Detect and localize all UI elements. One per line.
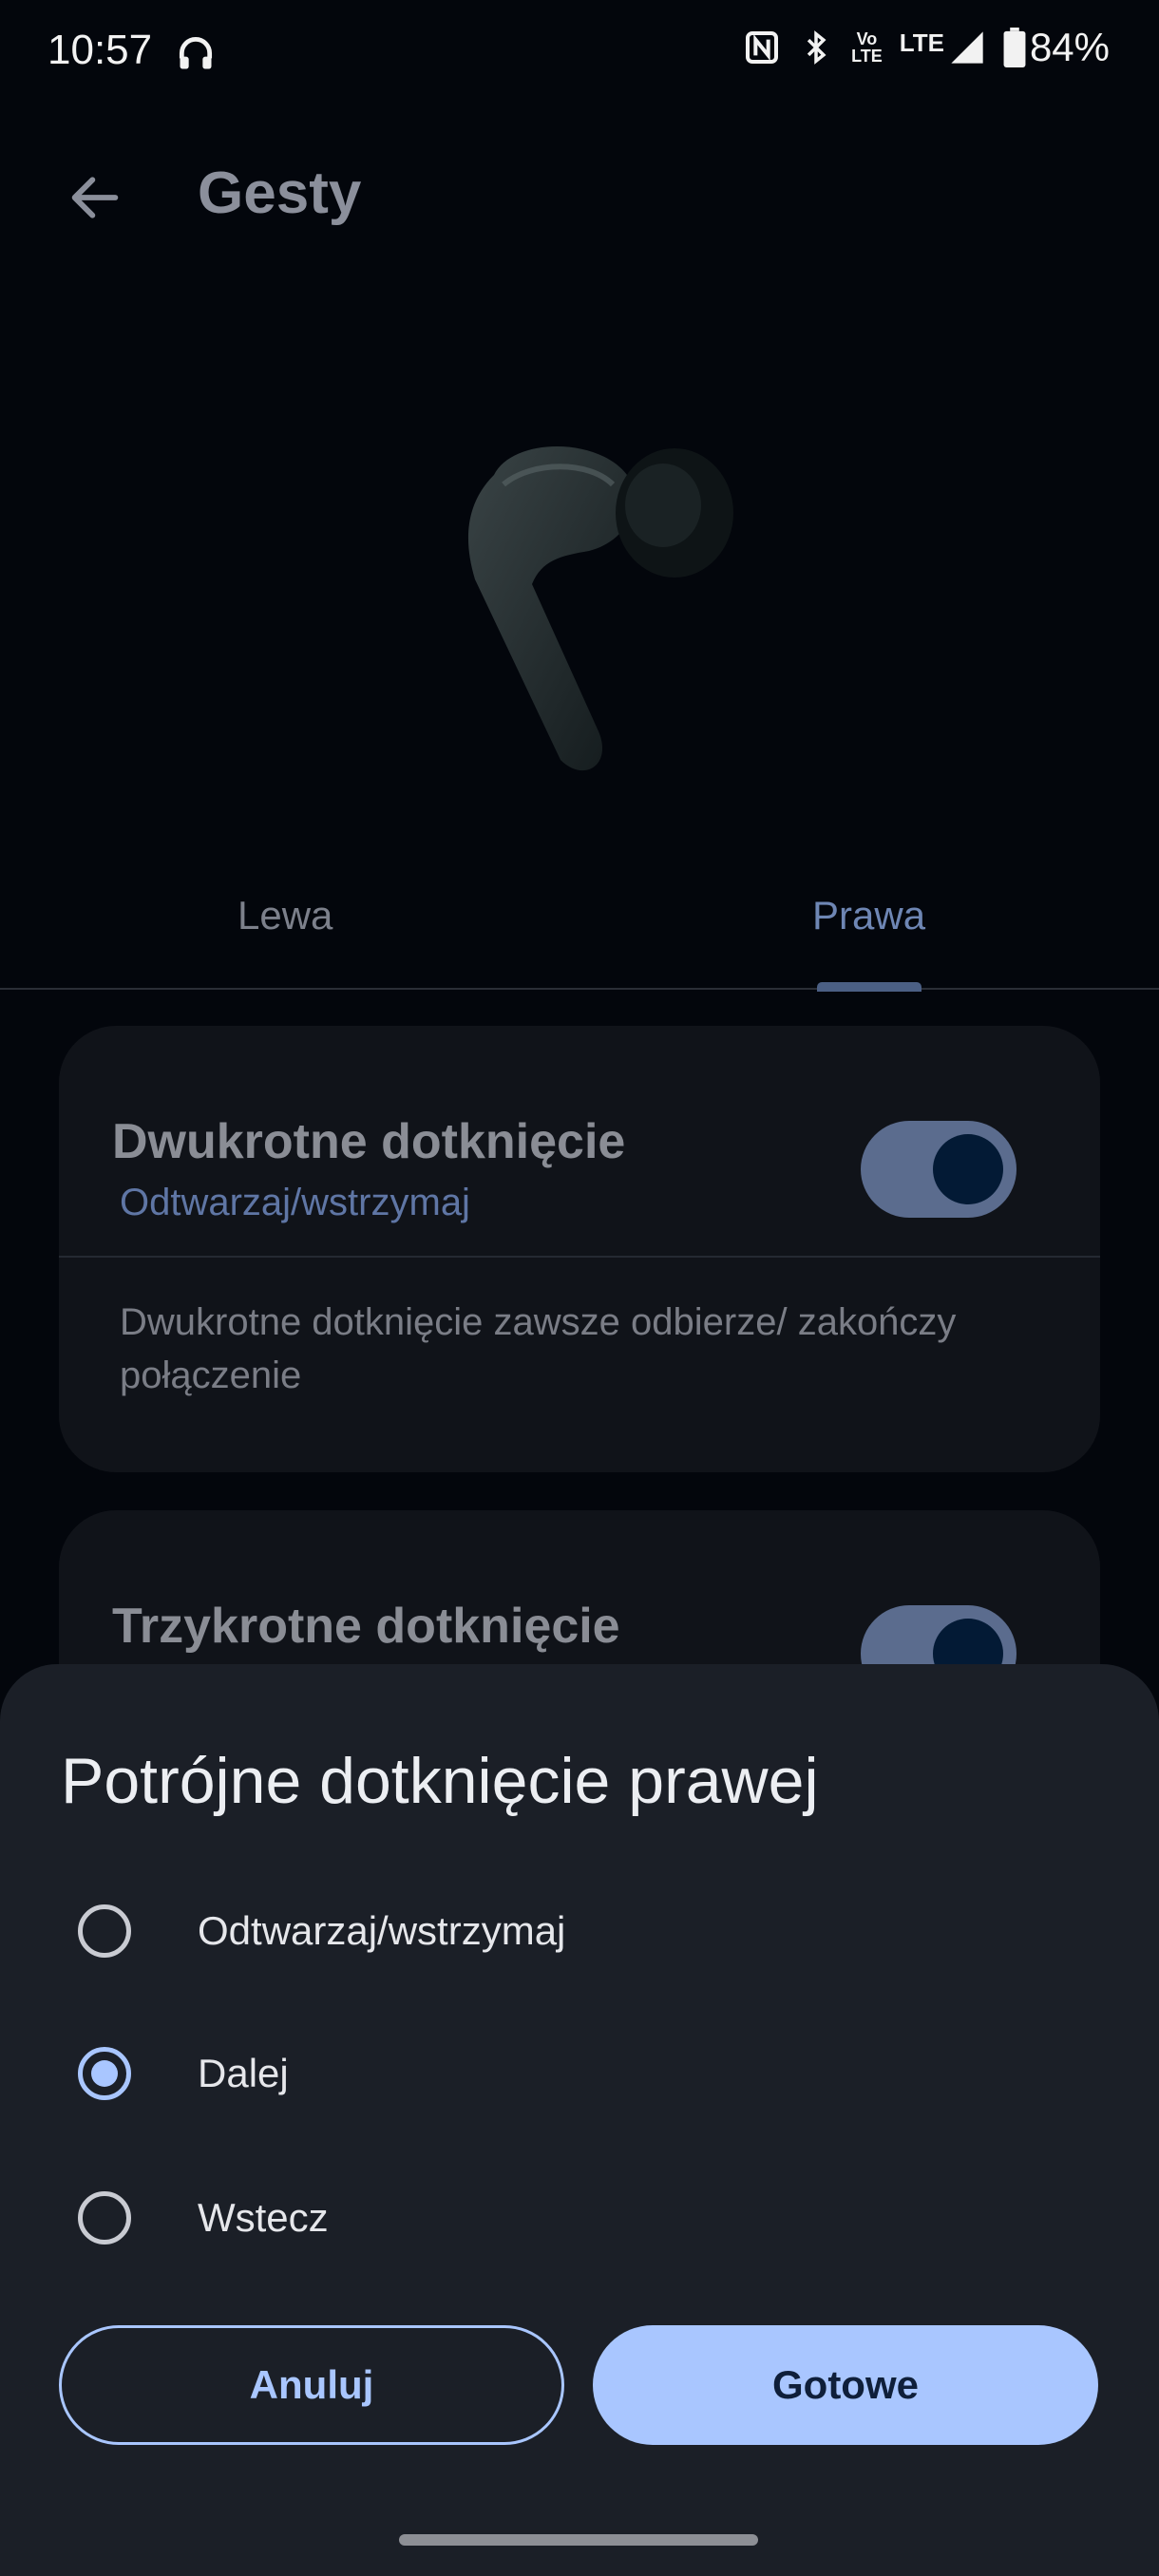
option-previous[interactable]: Wstecz (61, 2156, 1106, 2280)
lte-label: LTE (899, 28, 944, 57)
tab-left[interactable]: Lewa (238, 893, 332, 938)
option-label: Dalej (198, 2051, 289, 2095)
headphones-icon (175, 32, 217, 79)
earbud-image (437, 418, 741, 798)
card-divider (59, 1256, 1100, 1258)
home-indicator[interactable] (399, 2534, 758, 2546)
double-tap-title: Dwukrotne dotknięcie (112, 1114, 626, 1169)
toggle-knob (933, 1134, 1003, 1204)
radio-button-selected[interactable] (78, 2047, 131, 2100)
done-button[interactable]: Gotowe (593, 2325, 1098, 2445)
radio-button[interactable] (78, 2191, 131, 2245)
sheet-title: Potrójne dotknięcie prawej (61, 1745, 819, 1817)
volte-icon: Vo LTE (851, 29, 883, 66)
double-tap-description: Dwukrotne dotknięcie zawsze odbierze/ za… (120, 1301, 957, 1396)
status-icons: Vo LTE LTE 84% (743, 25, 1110, 70)
option-play-pause[interactable]: Odtwarzaj/wstrzymaj (61, 1869, 1106, 1993)
tab-indicator (817, 982, 922, 992)
signal-icon (948, 28, 986, 66)
double-tap-toggle[interactable] (861, 1121, 1016, 1218)
option-next[interactable]: Dalej (61, 2012, 1106, 2135)
cancel-button[interactable]: Anuluj (59, 2325, 564, 2445)
battery-percent: 84% (1029, 25, 1110, 69)
double-tap-card (59, 1026, 1100, 1472)
option-label: Wstecz (198, 2195, 329, 2240)
tab-divider (0, 988, 1159, 990)
tab-right[interactable]: Prawa (812, 893, 925, 938)
battery-icon (1003, 28, 1026, 67)
triple-tap-title: Trzykrotne dotknięcie (112, 1599, 620, 1654)
bluetooth-icon (798, 28, 834, 66)
page-title: Gesty (198, 161, 362, 226)
radio-button[interactable] (78, 1904, 131, 1958)
double-tap-action[interactable]: Odtwarzaj/wstrzymaj (120, 1182, 470, 1224)
nfc-icon (743, 28, 781, 66)
arrow-left-icon (71, 177, 119, 218)
back-button[interactable] (57, 160, 133, 236)
status-time: 10:57 (48, 27, 153, 73)
option-label: Odtwarzaj/wstrzymaj (198, 1908, 566, 1953)
